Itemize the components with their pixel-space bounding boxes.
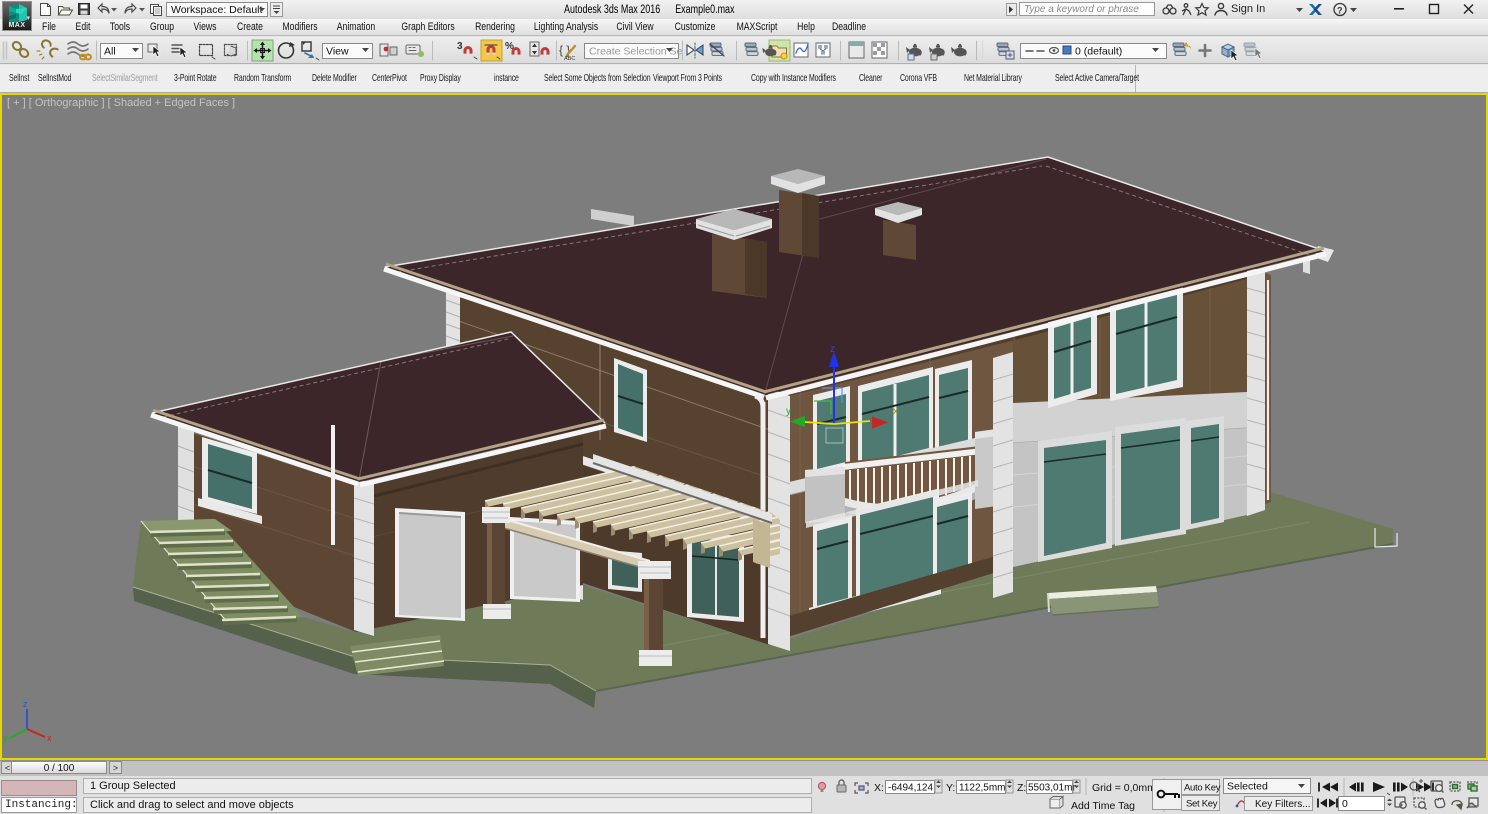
svg-text:Y:: Y: (946, 782, 955, 794)
svg-text:Key Filters...: Key Filters... (1255, 799, 1311, 810)
svg-text:?: ? (1337, 6, 1343, 16)
svg-text:View: View (326, 46, 349, 58)
svg-text:5503,01mr: 5503,01mr (1028, 783, 1076, 794)
svg-text:z: z (830, 344, 835, 355)
svg-text:x: x (893, 406, 898, 417)
svg-text:Z:: Z: (1017, 782, 1026, 794)
svg-text:Create Selection Se: Create Selection Se (589, 46, 683, 58)
svg-text:y: y (786, 406, 791, 417)
svg-text:Add Time Tag: Add Time Tag (1071, 800, 1135, 812)
svg-text:x: x (47, 733, 52, 743)
svg-text:0: 0 (1342, 798, 1348, 810)
svg-text:y: y (3, 733, 8, 743)
svg-text:-6494,124: -6494,124 (888, 783, 933, 794)
svg-text:z: z (23, 699, 28, 709)
svg-text:0 (default): 0 (default) (1075, 46, 1122, 58)
svg-text:Auto Key: Auto Key (1184, 783, 1221, 794)
svg-text:Selected: Selected (1227, 781, 1268, 793)
svg-text:·: · (254, 5, 257, 14)
svg-text:Grid = 0,0mm: Grid = 0,0mm (1092, 782, 1156, 794)
svg-text:3: 3 (457, 41, 463, 52)
svg-text:1122,5mm: 1122,5mm (959, 783, 1006, 794)
svg-text:ABC: ABC (564, 56, 575, 62)
svg-text:Workspace: Default: Workspace: Default (171, 4, 263, 16)
svg-text:X:: X: (874, 782, 884, 794)
svg-text:Set Key: Set Key (1186, 799, 1218, 810)
svg-text:All: All (104, 46, 116, 58)
